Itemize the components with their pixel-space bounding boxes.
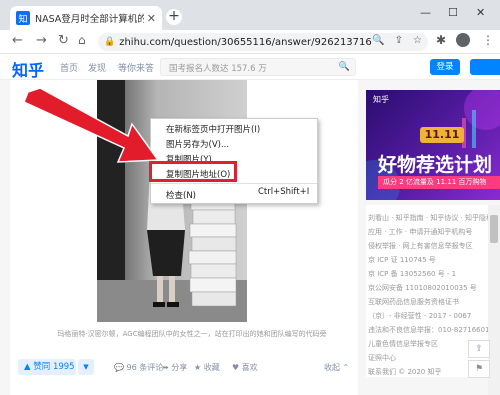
- sidebar-line[interactable]: 联系我们 © 2020 知乎: [368, 367, 442, 377]
- login-button[interactable]: 登录: [430, 59, 460, 75]
- lock-icon: 🔒: [104, 37, 116, 47]
- sidebar-line[interactable]: 刘看山 · 知乎指南 · 知乎协议 · 知乎隐私: [368, 213, 493, 223]
- back-to-top-icon[interactable]: ⇧: [468, 340, 490, 358]
- omnibox-icons: 🔍 ⇪ ☆: [372, 35, 422, 46]
- back-icon[interactable]: ←: [12, 33, 23, 48]
- zhihu-logo[interactable]: 知乎: [12, 57, 44, 81]
- sidebar-line[interactable]: 证照中心: [368, 353, 396, 363]
- search-icon[interactable]: 🔍: [339, 62, 350, 72]
- browser-tab[interactable]: 知 NASA登月时全部计算机的计算能 ✕: [10, 6, 162, 30]
- nav-home[interactable]: 首页: [60, 61, 78, 74]
- feedback-icon[interactable]: ⚑: [468, 360, 490, 378]
- sidebar-line[interactable]: 京公网安备 11010802010035 号: [368, 283, 477, 293]
- nav-explore[interactable]: 发现: [88, 61, 106, 74]
- maximize-button[interactable]: ☐: [448, 6, 458, 19]
- banner-headline: 好物荐选计划: [378, 154, 493, 176]
- sidebar-line: 违法和不良信息举报：010-82716601: [368, 326, 490, 334]
- menu-open-image-new-tab[interactable]: 在新标签页中打开图片(I): [166, 123, 260, 135]
- sidebar-line[interactable]: 儿童色情信息举报专区: [368, 339, 438, 349]
- forward-icon[interactable]: →: [36, 33, 47, 48]
- favorite-button[interactable]: ★ 收藏: [194, 362, 220, 373]
- browser-tab-strip: 知 NASA登月时全部计算机的计算能 ✕ + — ☐ ✕: [0, 0, 500, 30]
- menu-save-image-as[interactable]: 图片另存为(V)...: [166, 138, 229, 150]
- scrollbar-thumb[interactable]: [490, 215, 498, 243]
- upvote-button[interactable]: ▲ 赞同 1995: [18, 359, 76, 375]
- share-page-icon[interactable]: ⇪: [395, 35, 403, 46]
- banner-subtitle: 瓜分 2 亿流量及 11.11 百万购物: [378, 176, 500, 189]
- home-icon[interactable]: ⌂: [78, 33, 86, 47]
- inspect-shortcut: Ctrl+Shift+I: [258, 187, 310, 197]
- extensions-icon[interactable]: ✱: [436, 33, 446, 47]
- highlight-box: [149, 161, 237, 182]
- url-text: zhihu.com/question/30655116/answer/92621…: [119, 36, 372, 48]
- sidebar-line: （京）- 非经营性 - 2017 - 0067: [368, 312, 472, 320]
- photo-caption: 玛格丽特·汉密尔顿，AGC编程团队中的女性之一，站在打印出的她和团队编写的代码旁: [57, 330, 327, 338]
- zoom-icon[interactable]: 🔍: [372, 35, 384, 46]
- menu-inspect[interactable]: 检查(N): [166, 189, 196, 201]
- zhihu-favicon-icon: 知: [16, 11, 30, 25]
- collapse-button[interactable]: 收起 ⌃: [324, 362, 349, 373]
- sidebar-line[interactable]: 京 ICP 备 13052560 号 - 1: [368, 269, 456, 279]
- sidebar-line[interactable]: 应用 · 工作 · 申请开通知乎机构号: [368, 227, 472, 237]
- zhihu-search-input[interactable]: 国考报名人数达 157.6 万 🔍: [160, 58, 356, 76]
- banner-tag: 11.11: [420, 127, 464, 143]
- join-button[interactable]: [470, 59, 500, 75]
- downvote-button[interactable]: ▼: [78, 359, 94, 375]
- profile-avatar[interactable]: [456, 33, 470, 47]
- comments-button[interactable]: 💬 96 条评论: [114, 362, 163, 373]
- sidebar-line[interactable]: 互联网药品信息服务资格证书: [368, 297, 459, 307]
- menu-separator: [151, 183, 317, 184]
- share-button[interactable]: ➦ 分享: [162, 362, 187, 373]
- nav-waiting[interactable]: 等你来答: [118, 61, 154, 74]
- like-button[interactable]: ♥ 喜欢: [232, 362, 258, 373]
- menu-dots-icon[interactable]: ⋮: [482, 33, 494, 47]
- browser-toolbar: ← → ↻ ⌂ 🔒 zhihu.com/question/30655116/an…: [0, 30, 500, 54]
- minimize-button[interactable]: —: [420, 6, 431, 19]
- new-tab-button[interactable]: +: [166, 9, 182, 25]
- sidebar-line[interactable]: 侵权举报 · 网上有害信息举报专区: [368, 241, 473, 251]
- address-bar[interactable]: 🔒 zhihu.com/question/30655116/answer/926…: [98, 33, 428, 51]
- reload-icon[interactable]: ↻: [58, 33, 69, 48]
- search-placeholder: 国考报名人数达 157.6 万: [169, 64, 267, 74]
- bookmark-star-icon[interactable]: ☆: [413, 35, 422, 46]
- tab-title: NASA登月时全部计算机的计算能: [35, 14, 144, 25]
- zhihu-header: 知乎 首页 发现 等你来答 国考报名人数达 157.6 万 🔍 登录: [0, 54, 500, 80]
- sidebar-line[interactable]: 京 ICP 证 110745 号: [368, 255, 436, 265]
- banner-brand: 知乎: [373, 95, 389, 104]
- close-window-button[interactable]: ✕: [476, 6, 485, 19]
- close-tab-icon[interactable]: ✕: [147, 12, 156, 25]
